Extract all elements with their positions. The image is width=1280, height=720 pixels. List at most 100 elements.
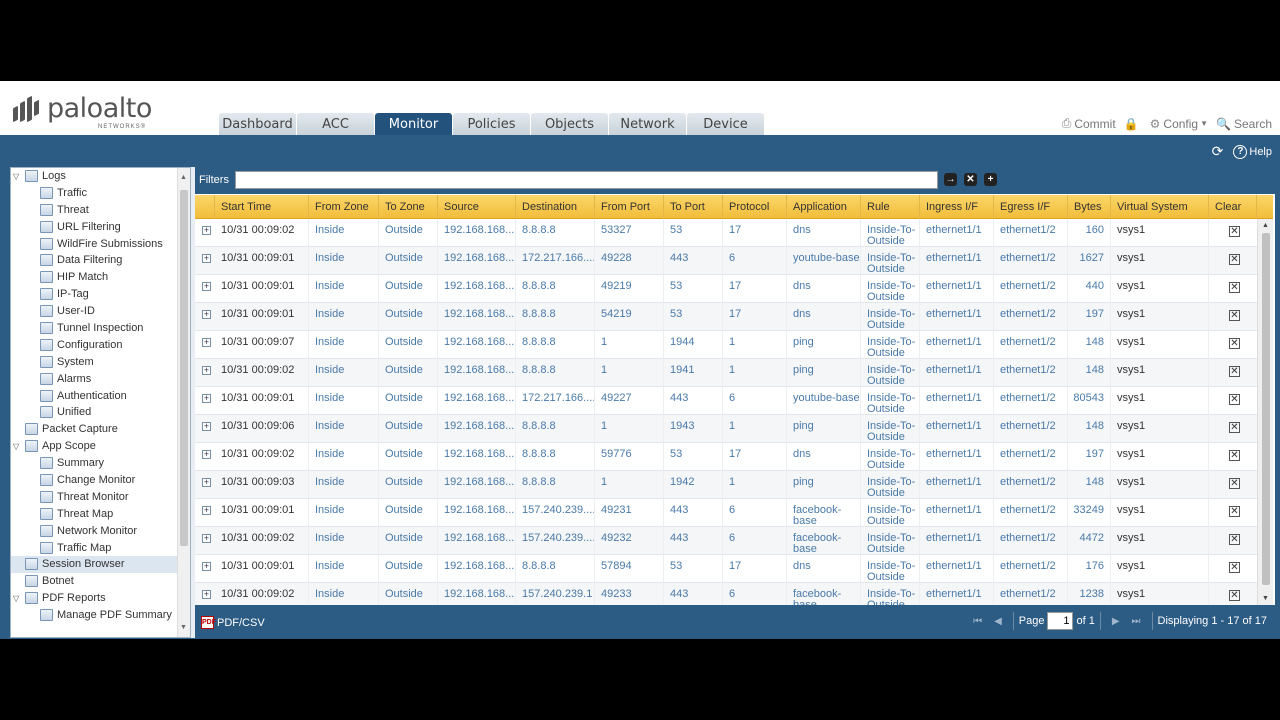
sidebar-item-botnet[interactable]: Botnet (11, 573, 190, 590)
cell-application[interactable]: dns (787, 303, 861, 331)
sidebar-item-summary[interactable]: Summary (11, 455, 190, 472)
cell-from-zone[interactable]: Inside (309, 471, 379, 499)
clear-session-icon[interactable]: ✕ (1229, 282, 1240, 293)
sidebar-item-network-monitor[interactable]: Network Monitor (11, 523, 190, 540)
cell-from-port[interactable]: 49232 (595, 527, 664, 555)
cell-application[interactable]: youtube-base (787, 387, 861, 415)
cell-protocol[interactable]: 1 (723, 471, 787, 499)
cell-ingress-if[interactable]: ethernet1/1 (920, 527, 994, 555)
cell-ingress-if[interactable]: ethernet1/1 (920, 219, 994, 247)
cell-protocol[interactable]: 17 (723, 219, 787, 247)
cell-egress-if[interactable]: ethernet1/2 (994, 471, 1068, 499)
expand-row-icon[interactable]: + (202, 450, 211, 459)
cell-protocol[interactable]: 6 (723, 499, 787, 527)
sidebar-item-authentication[interactable]: Authentication (11, 388, 190, 405)
page-number-input[interactable] (1047, 612, 1074, 630)
sidebar-item-threat[interactable]: Threat (11, 202, 190, 219)
expand-toggle-icon[interactable]: ▽ (13, 590, 23, 607)
cell-to-port[interactable]: 443 (664, 527, 723, 555)
cell-rule[interactable]: Inside-To-Outside (861, 303, 920, 331)
cell-destination[interactable]: 172.217.166.... (516, 247, 595, 275)
cell-from-zone[interactable]: Inside (309, 499, 379, 527)
cell-ingress-if[interactable]: ethernet1/1 (920, 499, 994, 527)
config-dropdown[interactable]: ⚙ Config ▼ (1150, 117, 1208, 131)
cell-rule[interactable]: Inside-To-Outside (861, 275, 920, 303)
cell-protocol[interactable]: 6 (723, 247, 787, 275)
expand-row-icon[interactable]: + (202, 422, 211, 431)
clear-session-icon[interactable]: ✕ (1229, 254, 1240, 265)
cell-from-zone[interactable]: Inside (309, 555, 379, 583)
expand-row-icon[interactable]: + (202, 282, 211, 291)
cell-to-port[interactable]: 53 (664, 219, 723, 247)
cell-protocol[interactable]: 1 (723, 359, 787, 387)
cell-from-port[interactable]: 54219 (595, 303, 664, 331)
cell-from-port[interactable]: 1 (595, 471, 664, 499)
cell-egress-if[interactable]: ethernet1/2 (994, 275, 1068, 303)
clear-session-icon[interactable]: ✕ (1229, 534, 1240, 545)
cell-ingress-if[interactable]: ethernet1/1 (920, 303, 994, 331)
cell-to-port[interactable]: 443 (664, 583, 723, 605)
cell-from-port[interactable]: 49231 (595, 499, 664, 527)
cell-rule[interactable]: Inside-To-Outside (861, 499, 920, 527)
cell-rule[interactable]: Inside-To-Outside (861, 583, 920, 605)
sidebar-item-manage-pdf-summary[interactable]: Manage PDF Summary (11, 607, 190, 624)
sidebar-item-wildfire-submissions[interactable]: WildFire Submissions (11, 236, 190, 253)
cell-egress-if[interactable]: ethernet1/2 (994, 415, 1068, 443)
cell-ingress-if[interactable]: ethernet1/1 (920, 331, 994, 359)
cell-destination[interactable]: 8.8.8.8 (516, 359, 595, 387)
cell-to-zone[interactable]: Outside (379, 499, 438, 527)
cell-source[interactable]: 192.168.168.... (438, 415, 516, 443)
cell-from-port[interactable]: 1 (595, 331, 664, 359)
cell-egress-if[interactable]: ethernet1/2 (994, 387, 1068, 415)
cell-application[interactable]: ping (787, 415, 861, 443)
sidebar-item-packet-capture[interactable]: Packet Capture (11, 421, 190, 438)
cell-to-zone[interactable]: Outside (379, 303, 438, 331)
cell-to-zone[interactable]: Outside (379, 415, 438, 443)
cell-application[interactable]: dns (787, 219, 861, 247)
column-header-from-zone[interactable]: From Zone (309, 195, 379, 219)
cell-to-port[interactable]: 443 (664, 247, 723, 275)
cell-from-port[interactable]: 53327 (595, 219, 664, 247)
column-header-to-port[interactable]: To Port (664, 195, 723, 219)
scroll-up-icon[interactable]: ▲ (1262, 222, 1269, 229)
cell-source[interactable]: 192.168.168.... (438, 219, 516, 247)
cell-from-zone[interactable]: Inside (309, 331, 379, 359)
cell-application[interactable]: ping (787, 331, 861, 359)
cell-egress-if[interactable]: ethernet1/2 (994, 443, 1068, 471)
cell-from-zone[interactable]: Inside (309, 359, 379, 387)
cell-to-zone[interactable]: Outside (379, 247, 438, 275)
expand-toggle-icon[interactable]: ▽ (13, 168, 23, 185)
cell-to-zone[interactable]: Outside (379, 275, 438, 303)
cell-from-zone[interactable]: Inside (309, 415, 379, 443)
tab-monitor[interactable]: Monitor (375, 113, 452, 135)
cell-source[interactable]: 192.168.168.... (438, 275, 516, 303)
cell-destination[interactable]: 8.8.8.8 (516, 471, 595, 499)
cell-to-port[interactable]: 53 (664, 275, 723, 303)
cell-to-zone[interactable]: Outside (379, 331, 438, 359)
help-label[interactable]: Help (1249, 146, 1272, 158)
cell-from-port[interactable]: 49228 (595, 247, 664, 275)
scroll-down-icon[interactable]: ▼ (180, 624, 187, 631)
cell-source[interactable]: 192.168.168.... (438, 471, 516, 499)
cell-protocol[interactable]: 6 (723, 583, 787, 605)
cell-destination[interactable]: 8.8.8.8 (516, 415, 595, 443)
cell-from-zone[interactable]: Inside (309, 219, 379, 247)
expand-row-icon[interactable]: + (202, 562, 211, 571)
cell-to-zone[interactable]: Outside (379, 359, 438, 387)
cell-source[interactable]: 192.168.168.... (438, 583, 516, 605)
sidebar-item-unified[interactable]: Unified (11, 404, 190, 421)
sidebar-item-logs[interactable]: ▽ Logs (11, 168, 190, 185)
cell-to-zone[interactable]: Outside (379, 527, 438, 555)
cell-application[interactable]: ping (787, 359, 861, 387)
cell-egress-if[interactable]: ethernet1/2 (994, 303, 1068, 331)
cell-rule[interactable]: Inside-To-Outside (861, 387, 920, 415)
expand-row-icon[interactable]: + (202, 366, 211, 375)
cell-egress-if[interactable]: ethernet1/2 (994, 499, 1068, 527)
sidebar-item-hip-match[interactable]: HIP Match (11, 269, 190, 286)
tab-device[interactable]: Device (687, 113, 764, 135)
first-page-icon[interactable]: ⏮ (973, 616, 982, 627)
sidebar-scroll-thumb[interactable] (180, 190, 188, 546)
cell-source[interactable]: 192.168.168.... (438, 303, 516, 331)
sidebar-item-data-filtering[interactable]: Data Filtering (11, 252, 190, 269)
cell-ingress-if[interactable]: ethernet1/1 (920, 443, 994, 471)
